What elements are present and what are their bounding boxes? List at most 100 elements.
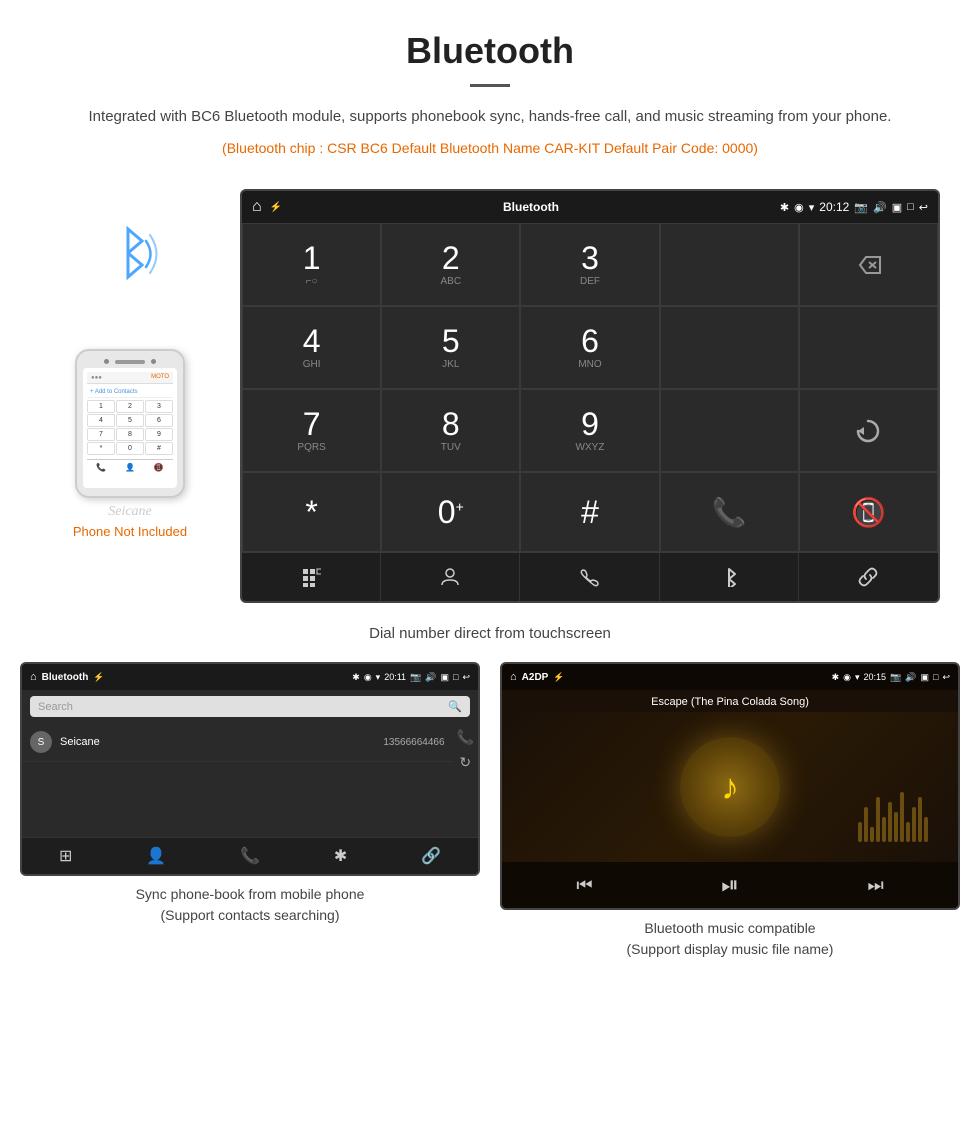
dialpad-container: 1 ⌐○ 2 ABC 3 DEF [242,223,938,601]
pb-time: 20:11 [384,672,406,683]
dial-key-2[interactable]: 2 ABC [381,223,520,306]
dial-key-4[interactable]: 4 GHI [242,306,381,389]
dial-refresh[interactable] [799,389,938,472]
home-icon[interactable]: ⌂ [252,198,262,216]
dial-empty-3 [799,306,938,389]
phone-key-7[interactable]: 7 [87,428,115,441]
pb-bottom-bt-icon[interactable]: ✱ [334,846,347,866]
phone-key-5[interactable]: 5 [116,414,144,427]
phone-screen: ●●● MOTO + Add to Contacts 1 2 3 4 5 6 7… [83,368,177,488]
music-block: ⌂ A2DP ⚡ ✱◉▾ 20:15 📷🔊▣□↩ Escape (The Pin… [500,662,960,960]
phone-key-0[interactable]: 0 [116,442,144,455]
dial-key-7[interactable]: 7 PQRS [242,389,381,472]
pb-search-placeholder: Search [38,701,73,713]
call-red-icon: 📵 [851,496,886,529]
phone-top-bar [83,359,177,364]
phone-screen-header: ●●● MOTO [87,372,173,384]
dialpad-app-name: Bluetooth [503,200,559,214]
dial-key-6[interactable]: 6 MNO [520,306,659,389]
dialpad-grid: 1 ⌐○ 2 ABC 3 DEF [242,223,938,552]
dialpad-btn-phone[interactable] [520,553,659,601]
music-prev-btn[interactable]: ⏮ [576,875,592,896]
pb-right-icons: 📞 ↻ [453,723,478,777]
pb-search-icon[interactable]: 🔍 [448,700,462,713]
pb-call-icon[interactable]: 📞 [457,729,474,746]
phone-bottom-bar: 📞 👤 📵 [87,459,173,472]
dial-backspace[interactable] [799,223,938,306]
phonebook-caption: Sync phone-book from mobile phone (Suppo… [20,884,480,926]
dial-empty-4 [660,389,799,472]
phone-key-8[interactable]: 8 [116,428,144,441]
back-status-icon[interactable]: ↩ [919,201,928,214]
music-playpause-btn[interactable]: ⏯ [721,872,739,898]
dial-key-hash[interactable]: # [520,472,659,552]
pb-bottom-grid-icon[interactable]: ⊞ [59,846,72,866]
phone-end-btn[interactable]: 📵 [154,463,164,472]
phone-add-contacts: + Add to Contacts [87,387,173,398]
dial-key-0[interactable]: 0+ [381,472,520,552]
music-song-title: Escape (The Pina Colada Song) [502,690,958,712]
bottom-screenshots: ⌂ Bluetooth ⚡ ✱◉▾ 20:11 📷🔊▣□↩ Search 🔍 [0,652,980,980]
dial-key-8[interactable]: 8 TUV [381,389,520,472]
pb-search-bar[interactable]: Search 🔍 [30,696,470,717]
pb-contact-number: 13566664466 [383,737,444,748]
dial-key-9[interactable]: 9 WXYZ [520,389,659,472]
dial-key-1[interactable]: 1 ⌐○ [242,223,381,306]
seicane-watermark: Seicane [108,504,152,520]
phone-key-star[interactable]: * [87,442,115,455]
phone-keypad: 1 2 3 4 5 6 7 8 9 * 0 # [87,400,173,455]
pb-bottom-link-icon[interactable]: 🔗 [421,846,441,866]
music-album-art: ♪ [680,737,780,837]
dialpad-btn-link[interactable] [799,553,938,601]
dial-key-5[interactable]: 5 JKL [381,306,520,389]
pb-contact-row[interactable]: S Seicane 13566664466 [22,723,453,762]
music-content: ♪ [502,712,958,862]
usb-icon: ⚡ [270,202,282,213]
pb-contact-list: S Seicane 13566664466 [22,723,453,777]
music-note-icon: ♪ [721,766,739,808]
status-left: ⌂ ⚡ [252,198,282,216]
phone-key-1[interactable]: 1 [87,400,115,413]
spec-text: (Bluetooth chip : CSR BC6 Default Blueto… [60,137,920,159]
pb-bottom-phone-icon[interactable]: 📞 [240,846,260,866]
phone-camera [104,359,109,364]
dial-key-3[interactable]: 3 DEF [520,223,659,306]
music-time: 20:15 [864,672,887,682]
phone-key-2[interactable]: 2 [116,400,144,413]
pb-bottom-person-icon[interactable]: 👤 [146,846,166,866]
dialpad-btn-bluetooth[interactable] [660,553,799,601]
phone-call-btn[interactable]: 📞 [96,463,106,472]
dialpad-btn-grid[interactable] [242,553,381,601]
music-app-name: A2DP [522,672,549,683]
music-controls: ⏮ ⏯ ⏭ [502,862,958,908]
location-status-icon: ◉ [794,201,804,214]
phone-contacts-icon[interactable]: 👤 [125,463,135,472]
phone-key-9[interactable]: 9 [145,428,173,441]
screen-status-icon: ▣ [892,201,902,214]
phone-key-hash[interactable]: # [145,442,173,455]
main-content: ●●● MOTO + Add to Contacts 1 2 3 4 5 6 7… [0,179,980,613]
pb-app-name: Bluetooth [42,672,89,683]
dialpad-status-bar: ⌂ ⚡ Bluetooth ✱ ◉ ▾ 20:12 📷 🔊 ▣ □ ↩ [242,191,938,223]
status-time: 20:12 [819,200,849,214]
window-status-icon: □ [907,201,914,213]
dial-key-star[interactable]: * [242,472,381,552]
status-right: ✱ ◉ ▾ 20:12 📷 🔊 ▣ □ ↩ [780,200,928,214]
phonebook-block: ⌂ Bluetooth ⚡ ✱◉▾ 20:11 📷🔊▣□↩ Search 🔍 [20,662,480,960]
phonebook-screen: ⌂ Bluetooth ⚡ ✱◉▾ 20:11 📷🔊▣□↩ Search 🔍 [20,662,480,876]
header-section: Bluetooth Integrated with BC6 Bluetooth … [0,0,980,179]
phone-mockup: ●●● MOTO + Add to Contacts 1 2 3 4 5 6 7… [75,349,185,498]
phone-key-6[interactable]: 6 [145,414,173,427]
title-divider [470,84,510,87]
dial-endcall-button[interactable]: 📵 [799,472,938,552]
music-status-icons: ✱◉▾ 20:15 📷🔊▣□↩ [832,672,950,683]
pb-sync-icon[interactable]: ↻ [459,754,471,771]
dial-empty-2 [660,306,799,389]
phone-key-4[interactable]: 4 [87,414,115,427]
dial-call-button[interactable]: 📞 [660,472,799,552]
music-next-btn[interactable]: ⏭ [867,875,883,896]
dial-empty-1 [660,223,799,306]
pb-contact-avatar: S [30,731,52,753]
dialpad-btn-person[interactable] [381,553,520,601]
phone-key-3[interactable]: 3 [145,400,173,413]
